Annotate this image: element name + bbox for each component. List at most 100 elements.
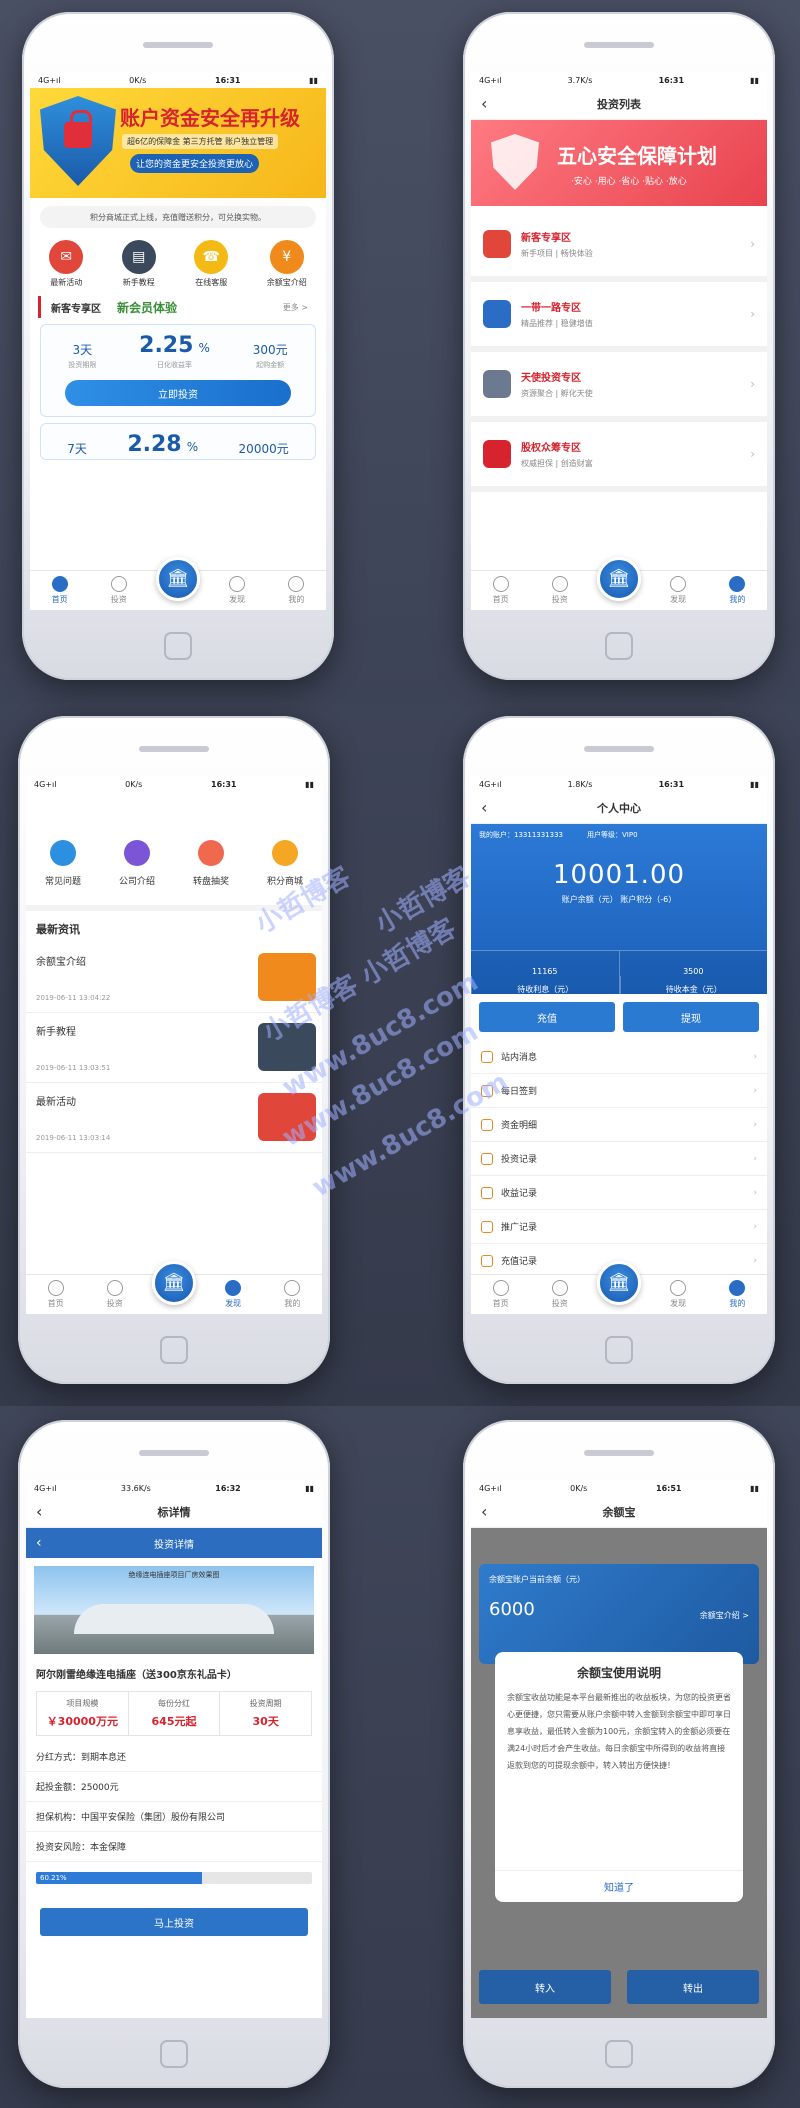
tab-home[interactable]: 首页 [477, 1280, 525, 1309]
tab-invest[interactable]: 投资 [95, 576, 143, 605]
tab-center[interactable]: 🏛 [595, 1260, 643, 1315]
menu-income-records[interactable]: 收益记录 › [471, 1176, 767, 1210]
speaker [584, 1450, 654, 1456]
net-speed: 1.8K/s [567, 779, 593, 789]
status-bar: 4G+ıl 0K/s 16:51 ▮▮ [471, 1480, 767, 1496]
principal-label: 待收本金（元） [619, 976, 768, 995]
menu-checkin[interactable]: 每日签到 › [471, 1074, 767, 1108]
dividend-method: 分红方式：到期本息还 [26, 1742, 322, 1772]
home-button[interactable] [605, 632, 633, 660]
grid-lottery[interactable]: 转盘抽奖 [193, 840, 229, 887]
network-indicator: 4G+ıl [479, 75, 502, 85]
tab-home[interactable]: 首页 [36, 576, 84, 605]
tab-mine[interactable]: 我的 [268, 1280, 316, 1309]
grid-label: 公司介绍 [118, 877, 155, 887]
home-button[interactable] [160, 1336, 188, 1364]
net-speed: 0K/s [570, 1483, 588, 1493]
security-banner[interactable]: 账户资金安全再升级 超6亿的保障金 第三方托管 账户独立管理 让您的资金更安全投… [30, 88, 326, 198]
back-icon[interactable]: ‹ [481, 798, 487, 817]
bank-icon: 🏛 [596, 556, 641, 601]
home-button[interactable] [605, 1336, 633, 1364]
back-icon[interactable]: ‹ [481, 1502, 487, 1521]
back-icon[interactable]: ‹ [481, 94, 487, 113]
news-item[interactable]: 最新活动 2019-06-11 13:03:14 [26, 1083, 322, 1153]
safety-banner[interactable]: 五心安全保障计划 ·安心 ·用心 ·省心 ·贴心 ·放心 [471, 120, 767, 206]
transfer-out-button[interactable]: 转出 [627, 1970, 759, 2004]
zone-icon [483, 230, 511, 258]
quick-yuebao-intro[interactable]: ¥ 余额宝介绍 [267, 240, 307, 288]
tab-mine[interactable]: 我的 [713, 576, 761, 605]
screen-invest-list: 4G+ıl 3.7K/s 16:31 ▮▮ ‹ 投资列表 五心安全保障计划 ·安… [471, 72, 767, 610]
tab-label: 首页 [492, 595, 509, 604]
transfer-in-button[interactable]: 转入 [479, 1970, 611, 2004]
tab-center[interactable]: 🏛 [154, 556, 202, 611]
nav-bar: ‹ 投资列表 [471, 88, 767, 120]
record-icon [481, 1152, 493, 1165]
quick-latest-activity[interactable]: ✉ 最新活动 [49, 240, 84, 288]
banner-subtitle: ·安心 ·用心 ·省心 ·贴心 ·放心 [571, 177, 687, 187]
tab-discover[interactable]: 发现 [654, 576, 702, 605]
invest-now-button[interactable]: 立即投资 [65, 380, 291, 406]
tab-discover[interactable]: 发现 [209, 1280, 257, 1309]
tab-label: 发现 [229, 595, 246, 604]
notice-bar[interactable]: 积分商城正式上线，充值赠送积分，可兑换实物。 [40, 206, 316, 228]
tab-label: 首页 [492, 1299, 509, 1308]
tab-mine[interactable]: 我的 [272, 576, 320, 605]
shield-check-icon [491, 134, 539, 190]
product-title: 阿尔刚雷绝缘连电插座（送300京东礼品卡） [36, 1670, 237, 1681]
chevron-right-icon: › [750, 237, 755, 251]
zone-belt-road[interactable]: 一带一路专区 精品推荐 | 稳健增值 › [471, 282, 767, 352]
gift-icon [197, 840, 224, 866]
tab-center[interactable]: 🏛 [595, 556, 643, 611]
days-label: 投资期限 [68, 361, 97, 369]
grid-faq[interactable]: 常见问题 [45, 840, 81, 887]
back-icon[interactable]: ‹ [36, 1502, 42, 1521]
more-link[interactable]: 更多 > [283, 302, 308, 313]
tab-discover[interactable]: 发现 [213, 576, 261, 605]
quick-online-service[interactable]: ☎ 在线客服 [194, 240, 229, 288]
nav-bar: ‹ 余额宝 [471, 1496, 767, 1528]
zone-title: 天使投资专区 [521, 373, 581, 384]
tab-invest[interactable]: 投资 [536, 576, 584, 605]
quick-tutorial[interactable]: ▤ 新手教程 [121, 240, 156, 288]
withdraw-button[interactable]: 提现 [623, 1002, 759, 1032]
tab-home[interactable]: 首页 [32, 1280, 80, 1309]
status-time: 16:31 [658, 779, 685, 789]
zone-equity[interactable]: 股权众筹专区 权威担保 | 创造财富 › [471, 422, 767, 492]
tab-mine[interactable]: 我的 [713, 1280, 761, 1309]
home-button[interactable] [164, 632, 192, 660]
modal-ok-button[interactable]: 知道了 [495, 1870, 743, 1902]
zone-angel[interactable]: 天使投资专区 资源聚合 | 孵化天使 › [471, 352, 767, 422]
tab-invest[interactable]: 投资 [91, 1280, 139, 1309]
progress-bar: 60.21% [36, 1872, 312, 1884]
tab-center[interactable]: 🏛 [150, 1260, 198, 1315]
tab-invest[interactable]: 投资 [536, 1280, 584, 1309]
tab-label: 首页 [47, 1299, 64, 1308]
news-date: 2019-06-11 13:03:14 [36, 1134, 111, 1142]
grid-company[interactable]: 公司介绍 [119, 840, 155, 887]
invest-icon [551, 576, 568, 592]
menu-funds[interactable]: 资金明细 › [471, 1108, 767, 1142]
zone-newcomer[interactable]: 新客专享区 新手项目 | 畅快体验 › [471, 212, 767, 282]
chevron-right-icon: › [750, 447, 755, 461]
menu-label: 资金明细 [501, 1121, 538, 1131]
menu-messages[interactable]: 站内消息 › [471, 1040, 767, 1074]
menu-invest-records[interactable]: 投资记录 › [471, 1142, 767, 1176]
menu-label: 充值记录 [501, 1257, 538, 1267]
tab-home[interactable]: 首页 [477, 576, 525, 605]
product-card[interactable]: 7天 2.28 % 20000元 [40, 423, 316, 460]
tab-discover[interactable]: 发现 [654, 1280, 702, 1309]
invest-icon [551, 1280, 568, 1296]
product-card[interactable]: 3天 投资期限 2.25 % 日化收益率 300元 起购金额 立即投资 [40, 324, 316, 417]
invest-button[interactable]: 马上投资 [40, 1908, 308, 1936]
speaker [584, 746, 654, 752]
network-indicator: 4G+ıl [34, 1483, 57, 1493]
recharge-button[interactable]: 充值 [479, 1002, 615, 1032]
back-icon[interactable]: ‹ [36, 1535, 42, 1551]
home-button[interactable] [605, 2040, 633, 2068]
income-icon [481, 1186, 493, 1199]
home-button[interactable] [160, 2040, 188, 2068]
tab-bar: 首页 投资 🏛 发现 我的 [26, 1260, 322, 1315]
menu-promo-records[interactable]: 推广记录 › [471, 1210, 767, 1244]
banner-slogan: 让您的资金更安全投资更放心 [130, 154, 260, 173]
